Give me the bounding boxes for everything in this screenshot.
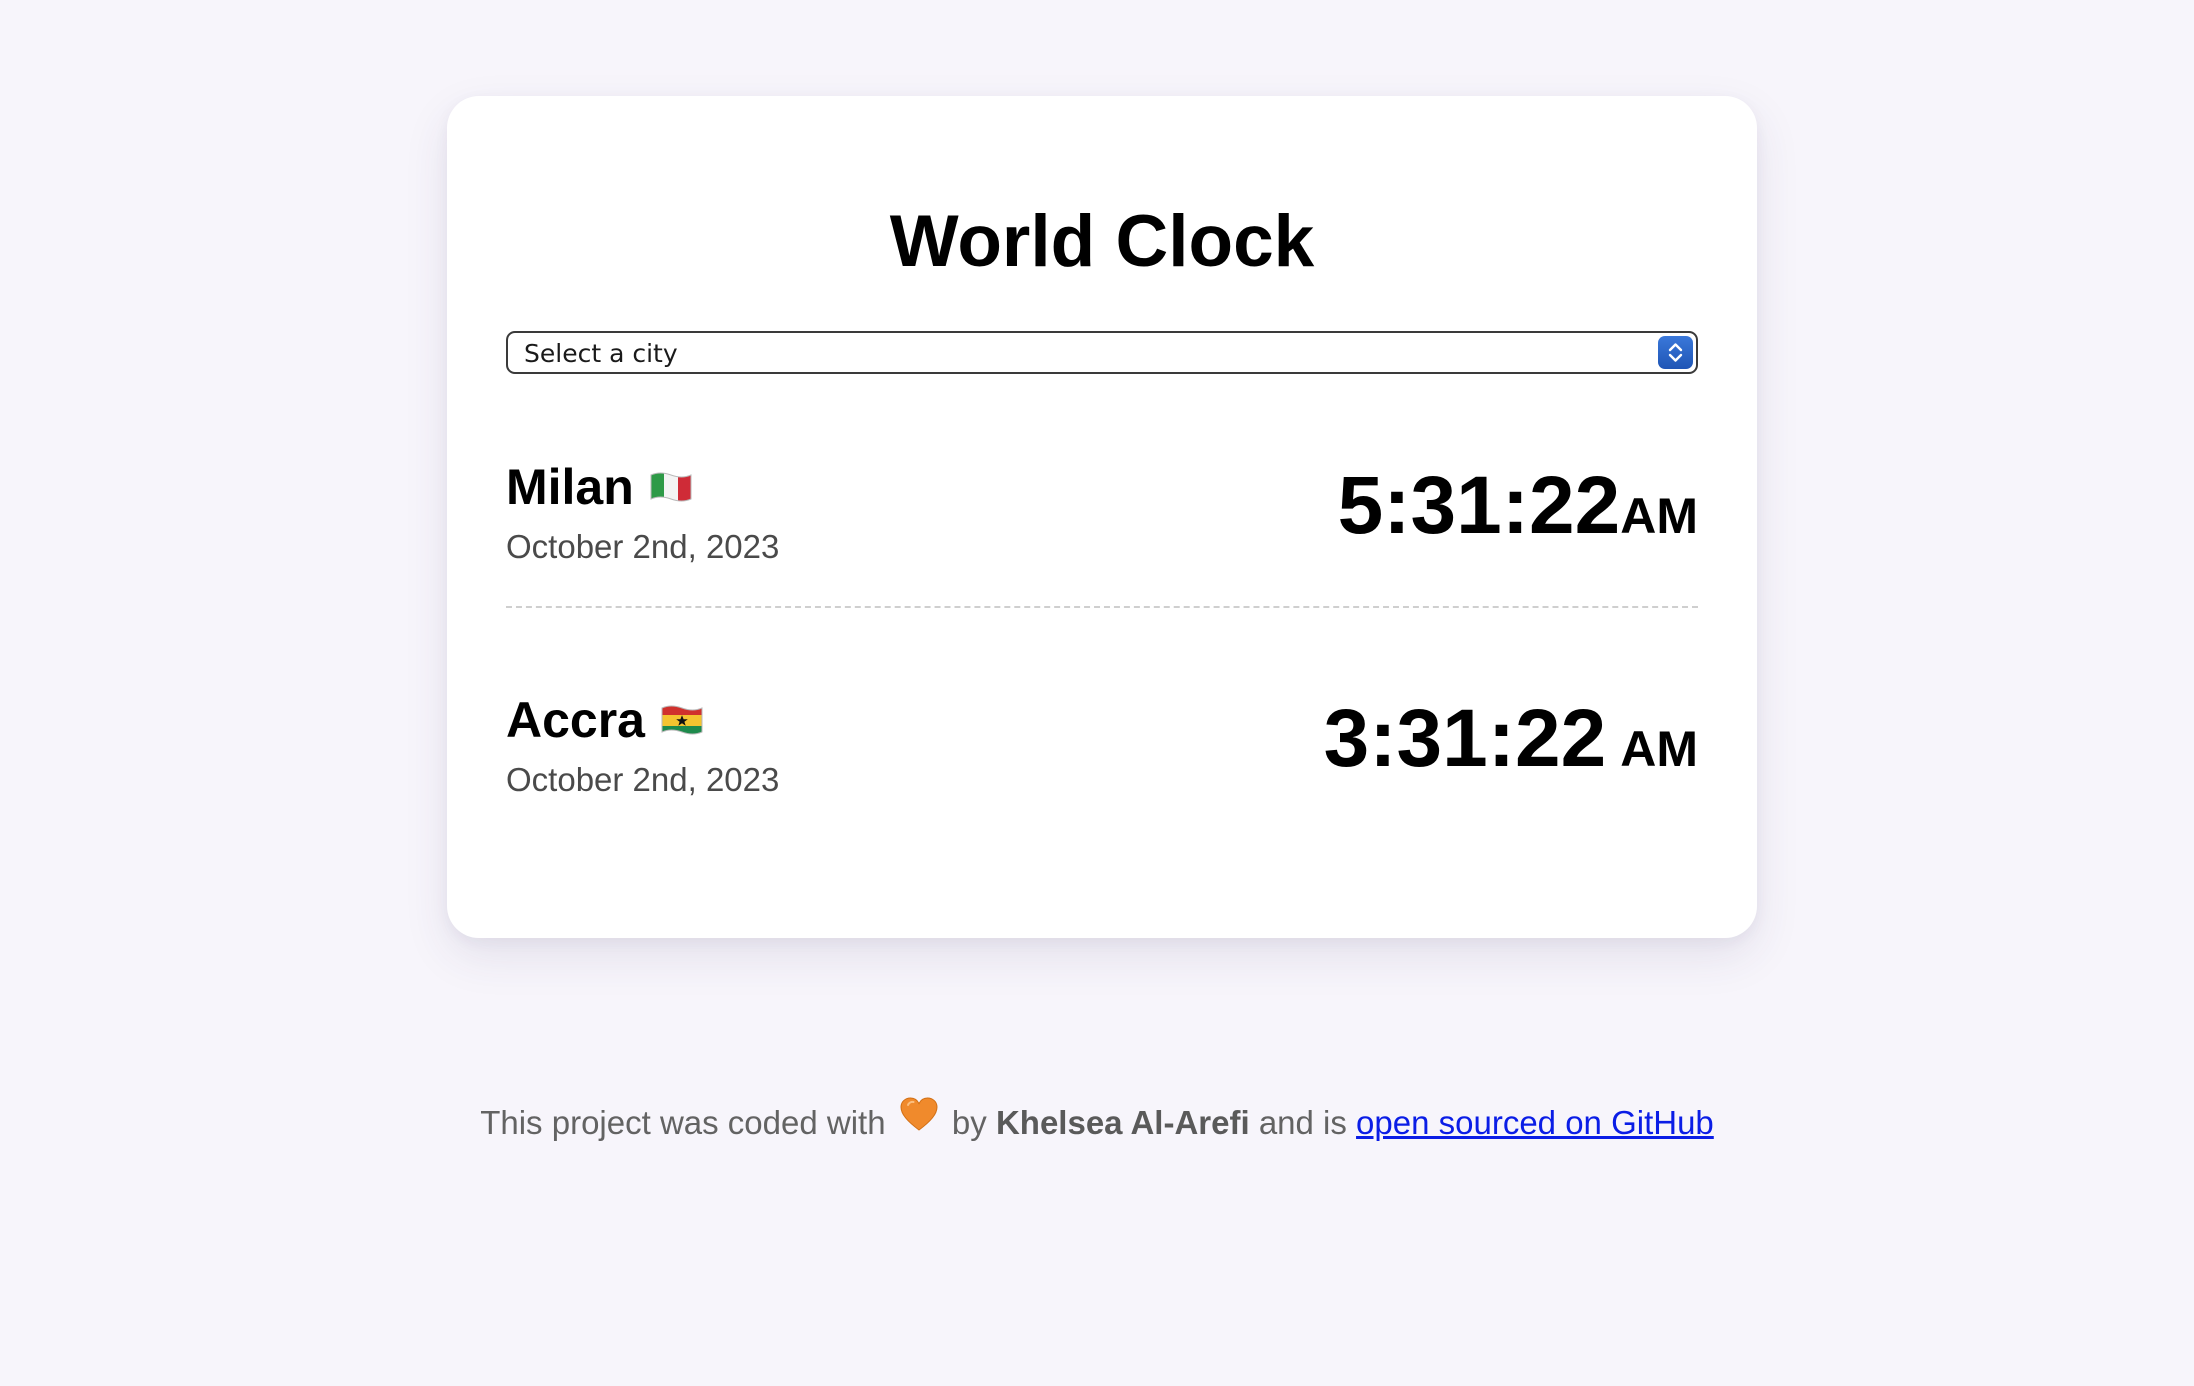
- orange-heart-icon: [899, 1097, 939, 1145]
- italy-flag-icon: [648, 455, 694, 519]
- city-date: October 2nd, 2023: [506, 761, 780, 798]
- time-digits: 5:31:22: [1337, 460, 1621, 551]
- city-row-accra: Accra October 2nd, 2023 3:31:22 AM: [506, 688, 1698, 828]
- select-updown-arrows-icon[interactable]: [1658, 336, 1693, 369]
- city-divider: [506, 606, 1698, 608]
- time-ampm: AM: [1620, 488, 1698, 544]
- footer-middle: and is: [1258, 1104, 1347, 1141]
- time-digits: 3:31:22: [1323, 693, 1607, 784]
- city-date: October 2nd, 2023: [506, 528, 780, 565]
- footer-author: Khelsea Al-Arefi: [995, 1104, 1250, 1141]
- city-name-label: Accra: [506, 692, 645, 748]
- city-name-label: Milan: [506, 459, 634, 515]
- city-name: Accra: [506, 688, 705, 756]
- ghana-flag-icon: [659, 688, 705, 752]
- footer: This project was coded with by Khelsea A…: [0, 1097, 2194, 1149]
- footer-prefix: This project was coded with: [480, 1104, 886, 1141]
- city-name: Milan: [506, 455, 694, 523]
- city-select[interactable]: Select a city: [506, 331, 1698, 374]
- github-link[interactable]: open sourced on GitHub: [1356, 1104, 1714, 1141]
- city-time: 3:31:22 AM: [1324, 691, 1698, 810]
- page-title: World Clock: [889, 201, 1315, 282]
- time-ampm: AM: [1620, 721, 1698, 777]
- footer-by: by: [951, 1104, 987, 1141]
- city-time: 5:31:22AM: [1338, 458, 1698, 577]
- city-row-milan: Milan October 2nd, 2023 5:31:22AM: [506, 455, 1698, 595]
- city-select-value: Select a city: [524, 339, 678, 368]
